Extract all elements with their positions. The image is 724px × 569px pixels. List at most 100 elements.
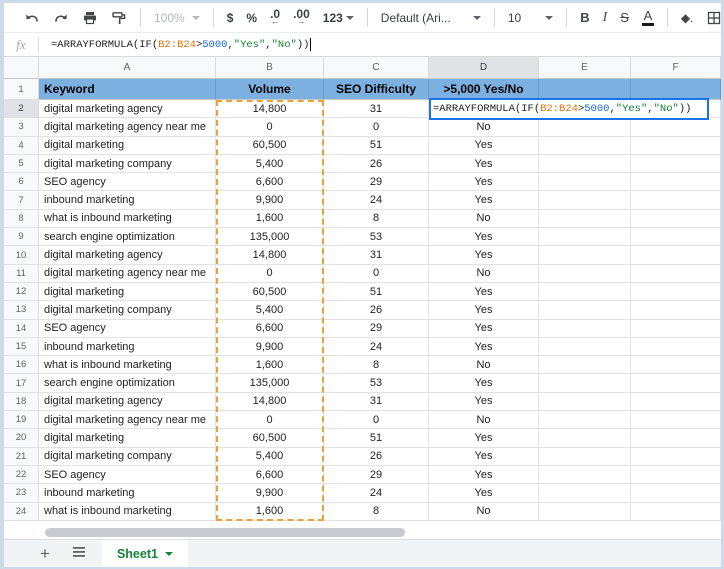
print-button[interactable] — [82, 10, 98, 26]
cell-F13[interactable] — [631, 301, 721, 320]
cell-B4[interactable]: 60,500 — [216, 136, 324, 155]
cell-C22[interactable]: 29 — [324, 465, 429, 485]
fill-color-button[interactable]: ◆. — [681, 11, 694, 25]
cell-F9[interactable] — [631, 228, 721, 247]
column-header-F[interactable]: F — [631, 57, 721, 79]
cell-A19[interactable]: digital marketing agency near me — [39, 411, 216, 430]
cell-A21[interactable]: digital marketing company — [39, 447, 216, 466]
cell-keyword-header[interactable]: Keyword — [39, 79, 216, 100]
cell-F21[interactable] — [631, 447, 721, 466]
column-header-D[interactable]: D — [429, 57, 539, 79]
more-formats-button[interactable]: 123 — [323, 11, 354, 25]
row-header-18[interactable]: 18 — [4, 392, 39, 412]
cell-A5[interactable]: digital marketing company — [39, 154, 216, 174]
cell-C13[interactable]: 26 — [324, 301, 429, 320]
cell-C8[interactable]: 8 — [324, 209, 429, 229]
row-header-6[interactable]: 6 — [4, 173, 39, 192]
cell-F22[interactable] — [631, 465, 721, 485]
cell-D24[interactable]: No — [429, 502, 539, 521]
column-header-C[interactable]: C — [324, 57, 429, 79]
cell-F23[interactable] — [631, 484, 721, 503]
cell-C11[interactable]: 0 — [324, 264, 429, 283]
cell-A7[interactable]: inbound marketing — [39, 191, 216, 210]
cell-E6[interactable] — [539, 173, 631, 192]
cell-A24[interactable]: what is inbound marketing — [39, 502, 216, 521]
row-header-3[interactable]: 3 — [4, 118, 39, 137]
cell-B16[interactable]: 1,600 — [216, 356, 324, 375]
cell-C17[interactable]: 53 — [324, 374, 429, 393]
cell-A16[interactable]: what is inbound marketing — [39, 356, 216, 375]
cell-A17[interactable]: search engine optimization — [39, 374, 216, 393]
cell-B8[interactable]: 1,600 — [216, 209, 324, 229]
decrease-decimal-button[interactable]: .0 ← — [270, 8, 280, 26]
strikethrough-button[interactable]: S — [620, 10, 629, 25]
row-header-1[interactable]: 1 — [4, 79, 39, 100]
zoom-select[interactable]: 100% — [154, 11, 200, 25]
cell-E8[interactable] — [539, 209, 631, 229]
cell-F3[interactable] — [631, 118, 721, 137]
row-header-12[interactable]: 12 — [4, 282, 39, 302]
column-header-E[interactable]: E — [539, 57, 631, 79]
cell-D9[interactable]: Yes — [429, 228, 539, 247]
cell-F24[interactable] — [631, 502, 721, 521]
cell-C24[interactable]: 8 — [324, 502, 429, 521]
cell-F16[interactable] — [631, 356, 721, 375]
cell-D17[interactable]: Yes — [429, 374, 539, 393]
cell-C10[interactable]: 31 — [324, 246, 429, 265]
cell-C12[interactable]: 51 — [324, 282, 429, 302]
cell-E10[interactable] — [539, 246, 631, 265]
cell-D6[interactable]: Yes — [429, 173, 539, 192]
cell-D7[interactable]: Yes — [429, 191, 539, 210]
bold-button[interactable]: B — [580, 10, 589, 25]
row-header-24[interactable]: 24 — [4, 502, 39, 521]
cell-A2[interactable]: digital marketing agency — [39, 100, 216, 119]
row-header-2[interactable]: 2 — [4, 100, 39, 119]
cell-F11[interactable] — [631, 264, 721, 283]
cell-A13[interactable]: digital marketing company — [39, 301, 216, 320]
cell-B6[interactable]: 6,600 — [216, 173, 324, 192]
cell-B10[interactable]: 14,800 — [216, 246, 324, 265]
horizontal-scrollbar-thumb[interactable] — [45, 528, 405, 537]
add-sheet-button[interactable]: + — [40, 545, 50, 562]
cell-C9[interactable]: 53 — [324, 228, 429, 247]
cell-E20[interactable] — [539, 429, 631, 448]
cell-A3[interactable]: digital marketing agency near me — [39, 118, 216, 137]
italic-button[interactable]: I — [603, 10, 608, 26]
cell-F8[interactable] — [631, 209, 721, 229]
cell-E14[interactable] — [539, 319, 631, 338]
cell-C16[interactable]: 8 — [324, 356, 429, 375]
cell-A8[interactable]: what is inbound marketing — [39, 209, 216, 229]
cell-C3[interactable]: 0 — [324, 118, 429, 137]
cell-D13[interactable]: Yes — [429, 301, 539, 320]
cell-A11[interactable]: digital marketing agency near me — [39, 264, 216, 283]
cell-F19[interactable] — [631, 411, 721, 430]
cell-C14[interactable]: 29 — [324, 319, 429, 338]
cell-B5[interactable]: 5,400 — [216, 154, 324, 174]
cell-B20[interactable]: 60,500 — [216, 429, 324, 448]
cell-B14[interactable]: 6,600 — [216, 319, 324, 338]
font-family-select[interactable]: Default (Ari... — [381, 11, 481, 25]
format-currency-button[interactable]: $ — [227, 11, 234, 25]
cell-D22[interactable]: Yes — [429, 465, 539, 485]
cell-D12[interactable]: Yes — [429, 282, 539, 302]
cell-F14[interactable] — [631, 319, 721, 338]
cell-A6[interactable]: SEO agency — [39, 173, 216, 192]
cell-B11[interactable]: 0 — [216, 264, 324, 283]
cell-e1[interactable] — [539, 79, 631, 100]
row-header-21[interactable]: 21 — [4, 447, 39, 466]
cell-E18[interactable] — [539, 392, 631, 412]
cell-D8[interactable]: No — [429, 209, 539, 229]
row-header-14[interactable]: 14 — [4, 319, 39, 338]
cell-A23[interactable]: inbound marketing — [39, 484, 216, 503]
cell-D11[interactable]: No — [429, 264, 539, 283]
cell-E15[interactable] — [539, 337, 631, 357]
cell-A15[interactable]: inbound marketing — [39, 337, 216, 357]
row-header-13[interactable]: 13 — [4, 301, 39, 320]
row-header-15[interactable]: 15 — [4, 337, 39, 357]
cell-B19[interactable]: 0 — [216, 411, 324, 430]
cell-D5[interactable]: Yes — [429, 154, 539, 174]
row-header-9[interactable]: 9 — [4, 228, 39, 247]
cell-E12[interactable] — [539, 282, 631, 302]
redo-button[interactable] — [53, 10, 69, 26]
cell-A18[interactable]: digital marketing agency — [39, 392, 216, 412]
